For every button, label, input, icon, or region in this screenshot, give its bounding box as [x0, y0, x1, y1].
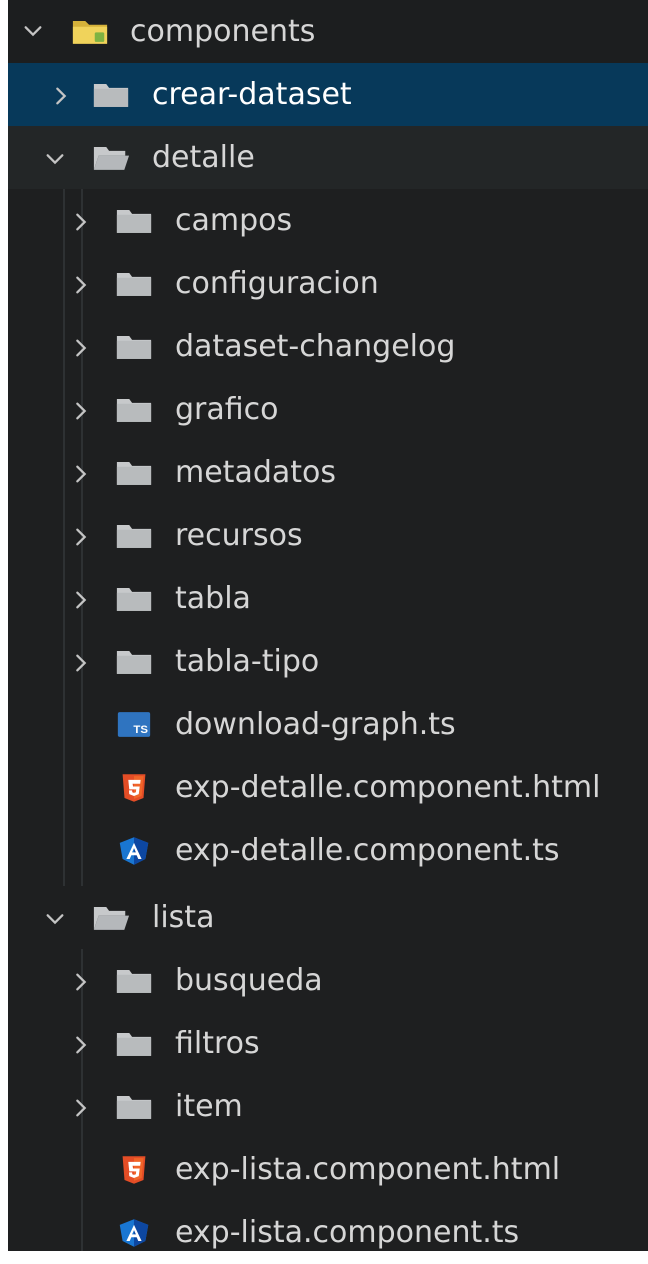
tree-label: recursos	[175, 518, 303, 553]
folder-icon	[92, 79, 130, 110]
tree-label: tabla	[175, 581, 251, 616]
tree-row-exp-detalle-component-ts[interactable]: exp-detalle.component.ts	[8, 819, 648, 882]
tree-label: detalle	[152, 140, 255, 175]
folder-icon	[115, 394, 153, 425]
chevron-down-icon[interactable]	[44, 908, 66, 930]
typescript-file-icon: TS	[115, 709, 153, 740]
tree-row-crear-dataset[interactable]: crear-dataset	[8, 63, 648, 126]
chevron-right-icon[interactable]	[70, 463, 92, 485]
tree-label: busqueda	[175, 963, 323, 998]
tree-label: tabla-tipo	[175, 644, 320, 679]
tree-label: exp-lista.component.html	[175, 1152, 561, 1187]
chevron-down-icon[interactable]	[44, 148, 66, 170]
tree-row-exp-detalle-component-html[interactable]: exp-detalle.component.html	[8, 756, 648, 819]
tree-row-detalle[interactable]: detalle	[8, 126, 648, 189]
folder-icon	[115, 1091, 153, 1122]
chevron-right-icon[interactable]	[70, 589, 92, 611]
tree-row-tabla[interactable]: tabla	[8, 567, 648, 630]
tree-row-item[interactable]: item	[8, 1075, 648, 1138]
tree-label: grafico	[175, 392, 279, 427]
tree-label: campos	[175, 203, 293, 238]
components-folder-icon	[71, 15, 109, 46]
tree-row-lista[interactable]: lista	[8, 886, 648, 949]
tree-row-dataset-changelog[interactable]: dataset-changelog	[8, 315, 648, 378]
file-explorer-tree: components crear-dataset detalle campos …	[0, 0, 648, 1251]
tree-row-filtros[interactable]: filtros	[8, 1012, 648, 1075]
folder-open-icon	[92, 902, 130, 933]
tree-label: download-graph.ts	[175, 707, 456, 742]
chevron-right-icon[interactable]	[70, 652, 92, 674]
tree-row-exp-lista-component-ts[interactable]: exp-lista.component.ts	[8, 1201, 648, 1251]
tree-row-exp-lista-component-html[interactable]: exp-lista.component.html	[8, 1138, 648, 1201]
tree-label: dataset-changelog	[175, 329, 456, 364]
chevron-right-icon[interactable]	[50, 85, 72, 107]
chevron-right-icon[interactable]	[70, 971, 92, 993]
tree-label: configuracion	[175, 266, 379, 301]
tree-row-grafico[interactable]: grafico	[8, 378, 648, 441]
chevron-right-icon[interactable]	[70, 400, 92, 422]
folder-icon	[115, 646, 153, 677]
tree-label: item	[175, 1089, 243, 1124]
angular-file-icon	[115, 835, 153, 866]
folder-icon	[115, 331, 153, 362]
tree-row-recursos[interactable]: recursos	[8, 504, 648, 567]
chevron-right-icon[interactable]	[70, 337, 92, 359]
folder-icon	[115, 583, 153, 614]
chevron-right-icon[interactable]	[70, 211, 92, 233]
folder-icon	[115, 965, 153, 996]
tree-label: exp-lista.component.ts	[175, 1215, 520, 1250]
folder-open-icon	[92, 142, 130, 173]
chevron-right-icon[interactable]	[70, 274, 92, 296]
html5-file-icon	[115, 1154, 153, 1185]
folder-icon	[115, 205, 153, 236]
tree-row-campos[interactable]: campos	[8, 189, 648, 252]
tree-row-metadatos[interactable]: metadatos	[8, 441, 648, 504]
tree-label: filtros	[175, 1026, 260, 1061]
tree-row-configuracion[interactable]: configuracion	[8, 252, 648, 315]
folder-icon	[115, 1028, 153, 1059]
tree-label: metadatos	[175, 455, 337, 490]
chevron-down-icon[interactable]	[22, 20, 44, 42]
window-edge	[0, 0, 8, 1251]
chevron-right-icon[interactable]	[70, 526, 92, 548]
tree-label: lista	[152, 900, 215, 935]
svg-text:TS: TS	[133, 724, 148, 736]
tree-row-tabla-tipo[interactable]: tabla-tipo	[8, 630, 648, 693]
tree-row-components[interactable]: components	[8, 0, 648, 63]
tree-row-download-graph-ts[interactable]: TS download-graph.ts	[8, 693, 648, 756]
folder-icon	[115, 520, 153, 551]
folder-icon	[115, 268, 153, 299]
tree-label: exp-detalle.component.ts	[175, 833, 560, 868]
html5-file-icon	[115, 772, 153, 803]
angular-file-icon	[115, 1217, 153, 1248]
tree-label: crear-dataset	[152, 77, 352, 112]
chevron-right-icon[interactable]	[70, 1034, 92, 1056]
tree-row-busqueda[interactable]: busqueda	[8, 949, 648, 1012]
chevron-right-icon[interactable]	[70, 1097, 92, 1119]
tree-label: components	[130, 14, 316, 49]
folder-icon	[115, 457, 153, 488]
tree-label: exp-detalle.component.html	[175, 770, 601, 805]
